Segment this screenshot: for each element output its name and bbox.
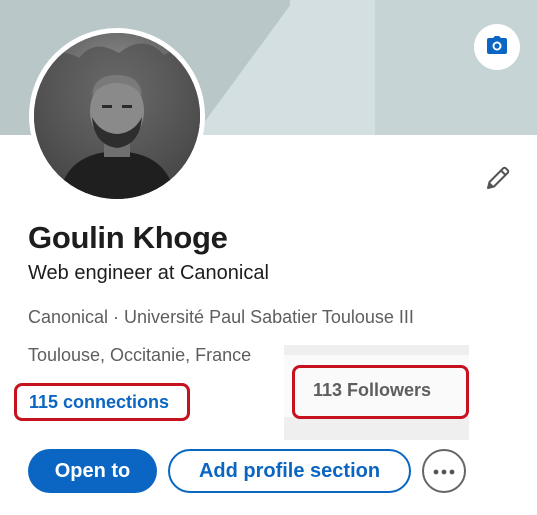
pencil-icon xyxy=(484,164,512,197)
profile-headline: Web engineer at Canonical xyxy=(28,262,269,284)
ellipsis-icon xyxy=(433,462,455,480)
edit-banner-photo-button[interactable] xyxy=(474,24,520,70)
add-profile-section-button[interactable]: Add profile section xyxy=(168,449,411,493)
banner-shape xyxy=(195,0,305,135)
banner-right-panel xyxy=(375,0,537,135)
profile-photo-frame[interactable] xyxy=(29,28,205,204)
profile-name: Goulin Khoge xyxy=(28,220,228,255)
profile-organizations: Canonical · Université Paul Sabatier Tou… xyxy=(28,307,414,327)
connections-link[interactable]: 115 connections xyxy=(29,392,169,413)
banner-band xyxy=(290,0,375,135)
followers-count: 113 Followers xyxy=(313,380,432,400)
camera-icon xyxy=(487,35,507,59)
edit-intro-button[interactable] xyxy=(478,160,518,200)
more-actions-button[interactable] xyxy=(422,449,466,493)
profile-location: Toulouse, Occitanie, France xyxy=(28,345,252,365)
open-to-button[interactable]: Open to xyxy=(28,449,157,493)
profile-photo[interactable] xyxy=(34,33,200,199)
